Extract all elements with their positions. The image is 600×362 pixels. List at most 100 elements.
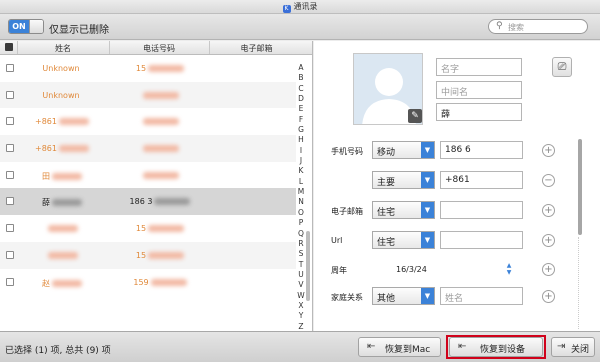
detail-scroll-track [578,237,582,329]
alphabet-index: ABCDEFGHIJKLMNOPQRSTUVWXYZ [296,63,306,331]
add-relation-icon[interactable]: + [542,290,555,303]
alphabet-letter[interactable]: W [296,291,306,301]
highlight-box [446,335,546,359]
contact-phone: 186 3 [115,197,205,206]
alphabet-letter[interactable]: H [296,135,306,145]
add-date-icon[interactable]: + [542,263,555,276]
alphabet-letter[interactable]: R [296,239,306,249]
redaction-blur [143,145,179,153]
alphabet-letter[interactable]: K [296,166,306,176]
alphabet-letter[interactable]: G [296,125,306,135]
contact-phone [115,91,205,100]
url-type-select[interactable]: 住宅 ▼ [372,231,435,249]
alphabet-letter[interactable]: J [296,156,306,166]
column-phone[interactable]: 电话号码 [109,43,209,54]
alphabet-letter[interactable]: P [296,218,306,228]
alphabet-letter[interactable]: V [296,280,306,290]
app-icon: K [282,5,291,13]
search-icon: ⚲ [496,21,503,31]
redaction-blur [52,172,82,180]
alphabet-letter[interactable]: S [296,249,306,259]
relation-type-select[interactable]: 其他 ▼ [372,287,435,305]
contact-phone: 159 [115,278,205,287]
alphabet-letter[interactable]: D [296,94,306,104]
contact-row[interactable]: 田 [0,162,296,189]
chevron-down-icon: ▼ [421,288,434,304]
list-scrollbar[interactable] [306,231,310,301]
date-stepper-icon[interactable]: ▲ ▼ [504,262,514,276]
redaction-blur [52,279,82,287]
alphabet-letter[interactable]: Q [296,229,306,239]
alphabet-letter[interactable]: C [296,84,306,94]
alphabet-letter[interactable]: T [296,260,306,270]
close-button[interactable]: ⇥ 关闭 [551,337,595,357]
show-deleted-toggle[interactable]: ON [8,19,44,34]
alphabet-letter[interactable]: L [296,177,306,187]
contact-row[interactable]: +861 [0,135,296,162]
contact-name: 薛 [12,197,112,208]
contact-row[interactable]: Unknown [0,81,296,109]
alphabet-letter[interactable]: Z [296,322,306,331]
alphabet-letter[interactable]: Y [296,311,306,321]
contact-name: +861 [12,144,112,153]
contact-row[interactable]: 15 [0,241,296,269]
contact-row[interactable]: 薛 186 3 [0,188,296,216]
contact-row[interactable]: +861 [0,108,296,135]
email-field[interactable] [440,201,523,219]
email-type-value: 住宅 [377,208,396,218]
alphabet-letter[interactable]: U [296,270,306,280]
phone-field-2[interactable]: +861 [440,171,523,189]
add-phone-icon[interactable]: + [542,144,555,157]
show-deleted-label: 仅显示已删除 [49,25,109,36]
alphabet-letter[interactable]: E [296,104,306,114]
alphabet-letter[interactable]: M [296,187,306,197]
search-placeholder: 搜索 [508,23,524,32]
alphabet-letter[interactable]: O [296,208,306,218]
chevron-down-icon: ▼ [421,172,434,188]
remove-phone-icon[interactable]: − [542,174,555,187]
phone-label: 手机号码 [331,147,363,156]
relation-name-field[interactable]: 姓名 [440,287,523,305]
middle-name-field[interactable]: 中间名 [436,81,522,99]
phone-type-select-1[interactable]: 移动 ▼ [372,141,435,159]
relation-type-value: 其他 [377,294,396,304]
redaction-blur [48,225,78,233]
relation-label: 家庭关系 [331,293,363,302]
select-all-checkbox[interactable] [5,43,13,51]
email-type-select[interactable]: 住宅 ▼ [372,201,435,219]
phone-type-select-2[interactable]: 主要 ▼ [372,171,435,189]
alphabet-letter[interactable]: X [296,301,306,311]
add-email-icon[interactable]: + [542,204,555,217]
toolbar: ON 仅显示已删除 ⚲ 搜索 [0,14,600,40]
restore-contact-icon[interactable]: ⎚ [552,57,572,77]
contact-row[interactable]: 赵 159 [0,269,296,296]
add-url-icon[interactable]: + [542,234,555,247]
alphabet-letter[interactable]: N [296,197,306,207]
column-name[interactable]: 姓名 [17,43,109,54]
last-name-field[interactable]: 薛 [436,103,522,121]
alphabet-letter[interactable]: F [296,115,306,125]
selection-status: 已选择 (1) 项, 总共 (9) 项 [5,346,111,356]
alphabet-letter[interactable]: B [296,73,306,83]
anniversary-date[interactable]: 16/3/24 [396,265,427,274]
phone-value: 186 6 [445,145,471,155]
contact-name: +861 [12,117,112,126]
restore-icon: ⇤ [367,341,376,352]
column-email[interactable]: 电子邮箱 [209,43,304,54]
contact-row[interactable]: 15 [0,215,296,242]
contact-list: 姓名 电话号码 电子邮箱 Unknown 15 Unknown +861 +861 田薛 1… [0,41,313,331]
search-input[interactable]: ⚲ 搜索 [488,19,588,34]
contact-name: Unknown [42,64,80,73]
edit-photo-icon[interactable]: ✎ [408,109,422,123]
contact-name: 田 [12,171,112,182]
restore-to-mac-button[interactable]: ⇤ 恢复到Mac [358,337,441,357]
detail-scrollbar[interactable] [578,139,582,235]
phone-field-1[interactable]: 186 6 [440,141,523,159]
alphabet-letter[interactable]: A [296,63,306,73]
alphabet-letter[interactable]: I [296,146,306,156]
first-name-field[interactable]: 名字 [436,58,522,76]
toggle-knob[interactable] [29,20,43,33]
url-field[interactable] [440,231,523,249]
contact-name [12,251,112,260]
contact-row[interactable]: Unknown 15 [0,55,296,82]
